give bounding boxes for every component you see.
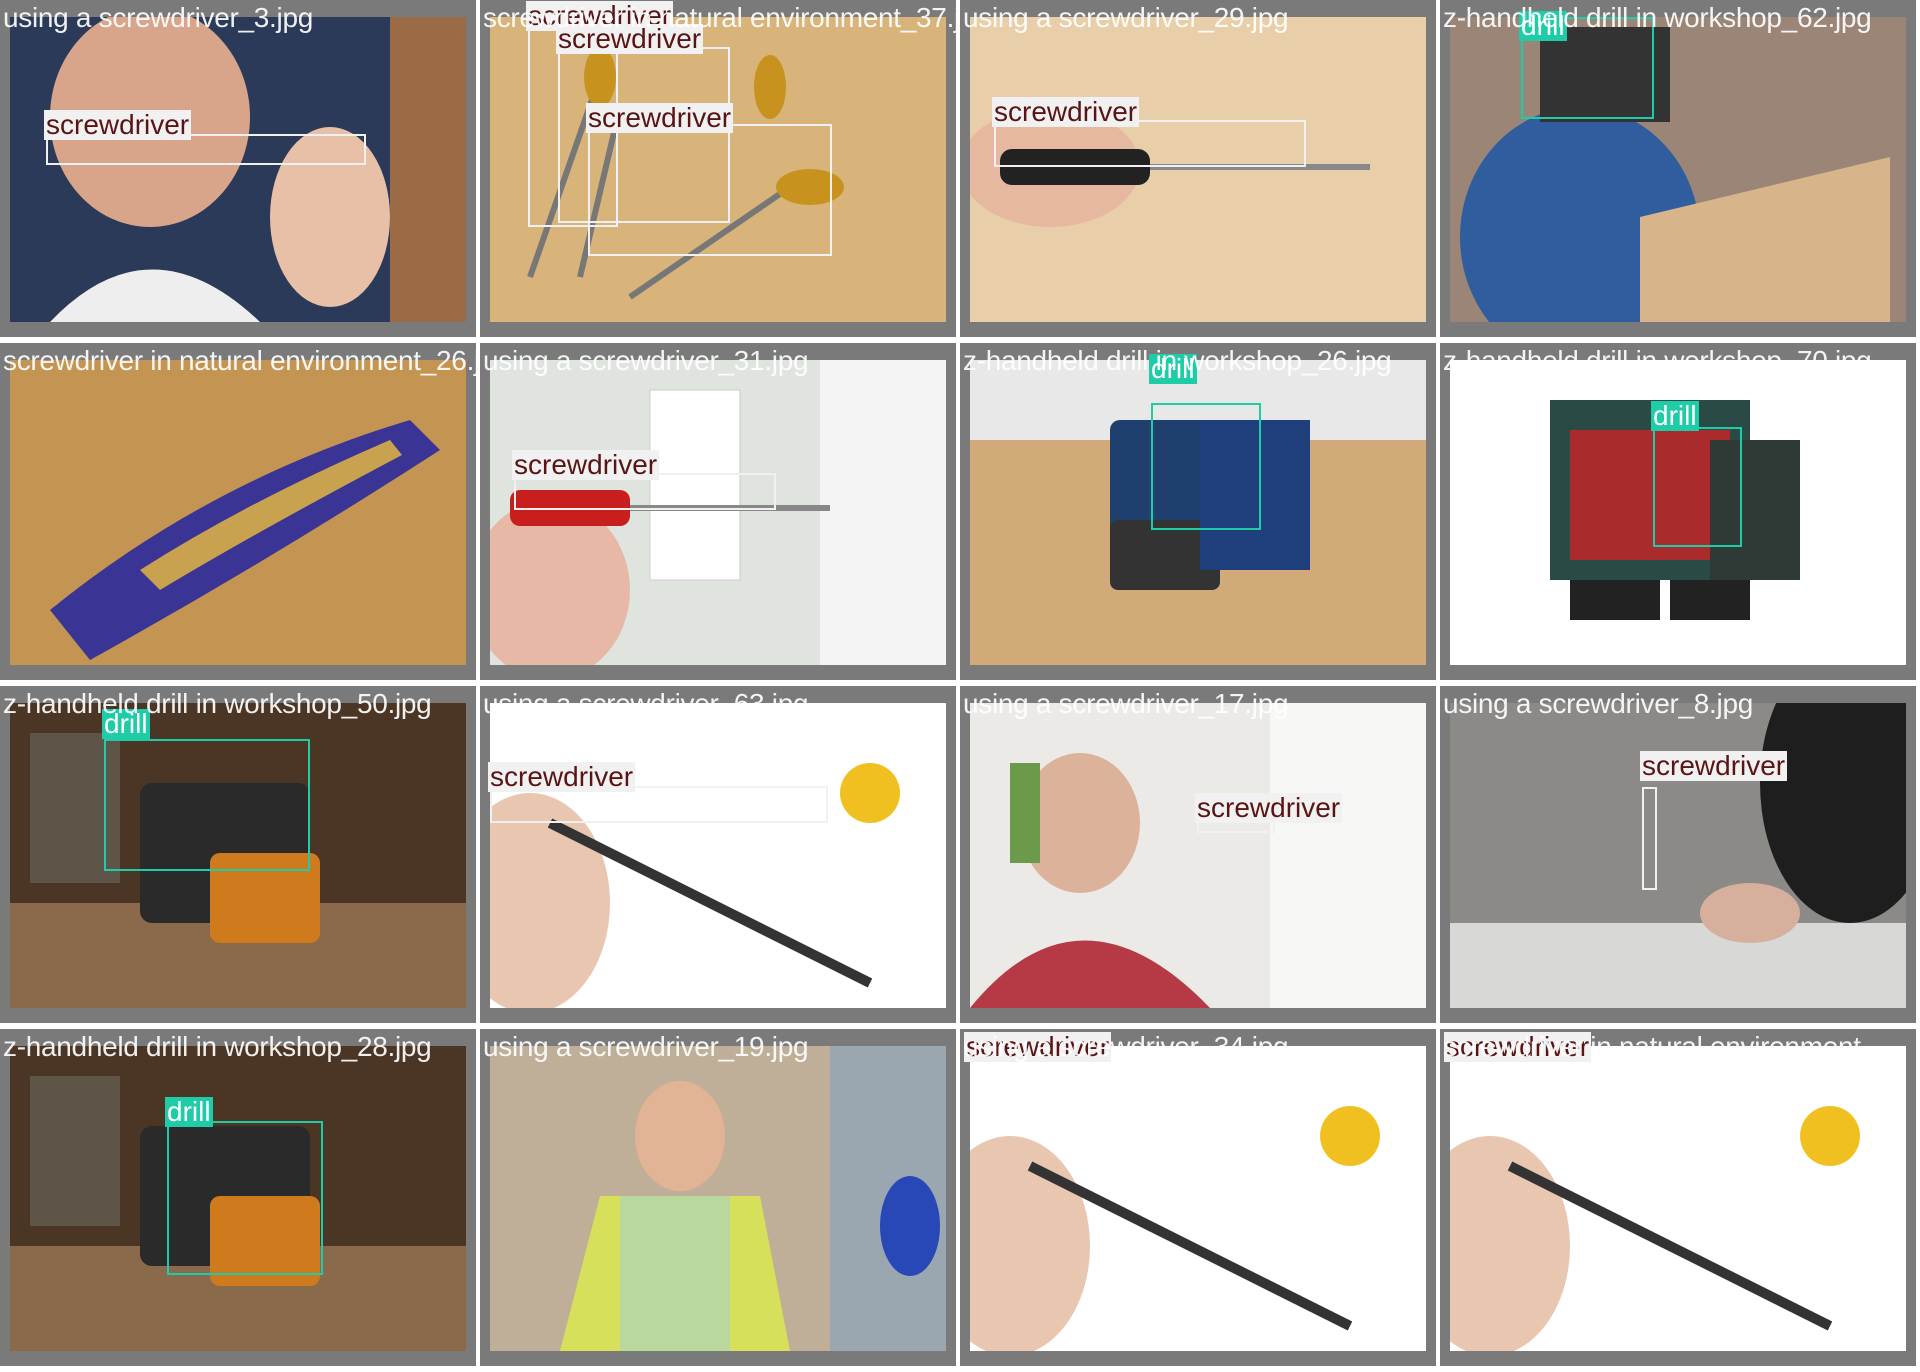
file-name-caption: using a screwdriver_17.jpg: [963, 688, 1289, 719]
mosaic-tile[interactable]: drill z-handheld drill in workshop_62.jpg: [1440, 0, 1916, 337]
mosaic-tile[interactable]: screwdriver using a screwdriver_8.jpg: [1440, 686, 1916, 1023]
file-name-caption: using a screwdriver_34.jpg: [963, 1031, 1289, 1062]
mosaic-tile[interactable]: screwdriver screwdriver screwdriver screwdr…: [480, 0, 956, 337]
photo-thumbnail: [1450, 1046, 1906, 1351]
photo-thumbnail: [10, 17, 466, 322]
file-name-caption: using a screwdriver_31.jpg: [483, 345, 809, 376]
box-label-screwdriver: screwdriver: [992, 96, 1140, 127]
mosaic-tile[interactable]: drill z-handheld drill in workshop_28.jpg: [0, 1029, 476, 1366]
box-label-screwdriver: screwdriver: [1640, 750, 1788, 781]
box-label-screwdriver: screwdriver: [1195, 792, 1343, 823]
box-label-screwdriver: screwdriver: [488, 761, 636, 792]
bounding-box-screwdriver: [1642, 787, 1657, 890]
file-name-caption: z-handheld drill in workshop_70.jpg: [1443, 345, 1872, 376]
photo-thumbnail: [970, 17, 1426, 322]
mosaic-tile[interactable]: screwdriver in natural environment_26.jp…: [0, 343, 476, 680]
file-name-caption: z-handheld drill in workshop_62.jpg: [1443, 2, 1872, 33]
mosaic-tile[interactable]: screwdriver using a screwdriver_31.jpg: [480, 343, 956, 680]
file-name-caption: using a screwdriver_19.jpg: [483, 1031, 809, 1062]
file-name-caption: using a screwdriver_63.jpg: [483, 688, 809, 719]
photo-thumbnail: [490, 1046, 946, 1351]
photo-thumbnail: [490, 703, 946, 1008]
file-name-caption: z-handheld drill in workshop_28.jpg: [3, 1031, 432, 1062]
box-label-screwdriver: screwdriver: [512, 449, 660, 480]
photo-thumbnail: [1450, 703, 1906, 1008]
mosaic-tile[interactable]: screwdriver using a screwdriver_17.jpg: [960, 686, 1436, 1023]
mosaic-grid: screwdriver using a screwdriver_3.jpg scre…: [0, 0, 1920, 1372]
file-name-caption: using a screwdriver_3.jpg: [3, 2, 313, 33]
mosaic-tile[interactable]: screwdriver using a screwdriver_3.jpg: [0, 0, 476, 337]
photo-thumbnail: [970, 1046, 1426, 1351]
file-name-caption: using a screwdriver_8.jpg: [1443, 688, 1753, 719]
photo-thumbnail: [10, 360, 466, 665]
photo-thumbnail: [490, 360, 946, 665]
mosaic-tile[interactable]: drill z-handheld drill in workshop_26.jpg: [960, 343, 1436, 680]
bounding-box-screwdriver: [588, 124, 832, 256]
file-name-caption: z-handheld drill in workshop_26.jpg: [963, 345, 1392, 376]
box-label-screwdriver: screwdriver: [44, 109, 192, 140]
bounding-box-drill: [104, 739, 310, 871]
bounding-box-drill: [167, 1121, 323, 1275]
bounding-box-drill: [1151, 403, 1261, 530]
mosaic-tile[interactable]: screwdriver using a screwdriver_63.jpg: [480, 686, 956, 1023]
mosaic-tile[interactable]: screwdriver using a screwdriver_29.jpg: [960, 0, 1436, 337]
mosaic-tile[interactable]: using a screwdriver_19.jpg: [480, 1029, 956, 1366]
box-label-drill: drill: [165, 1096, 213, 1127]
bounding-box-screwdriver: [994, 120, 1306, 167]
box-label-screwdriver: screwdriver: [586, 102, 734, 133]
file-name-caption: screwdriver in natural environment: [1443, 1031, 1861, 1062]
mosaic-tile[interactable]: drill z-handheld drill in workshop_70.jpg: [1440, 343, 1916, 680]
file-name-caption: using a screwdriver_29.jpg: [963, 2, 1289, 33]
photo-thumbnail: [970, 703, 1426, 1008]
mosaic-tile[interactable]: drill z-handheld drill in workshop_50.jpg: [0, 686, 476, 1023]
bounding-box-drill: [1653, 427, 1742, 547]
file-name-caption: screwdriver in natural environment_37.jp…: [483, 2, 956, 33]
mosaic-tile[interactable]: screwdriver screwdriver in natural enviro…: [1440, 1029, 1916, 1366]
file-name-caption: screwdriver in natural environment_26.jp…: [3, 345, 476, 376]
file-name-caption: z-handheld drill in workshop_50.jpg: [3, 688, 432, 719]
box-label-drill: drill: [1651, 400, 1699, 431]
photo-thumbnail: [1450, 17, 1906, 322]
mosaic-tile[interactable]: screwdriver using a screwdriver_34.jpg: [960, 1029, 1436, 1366]
